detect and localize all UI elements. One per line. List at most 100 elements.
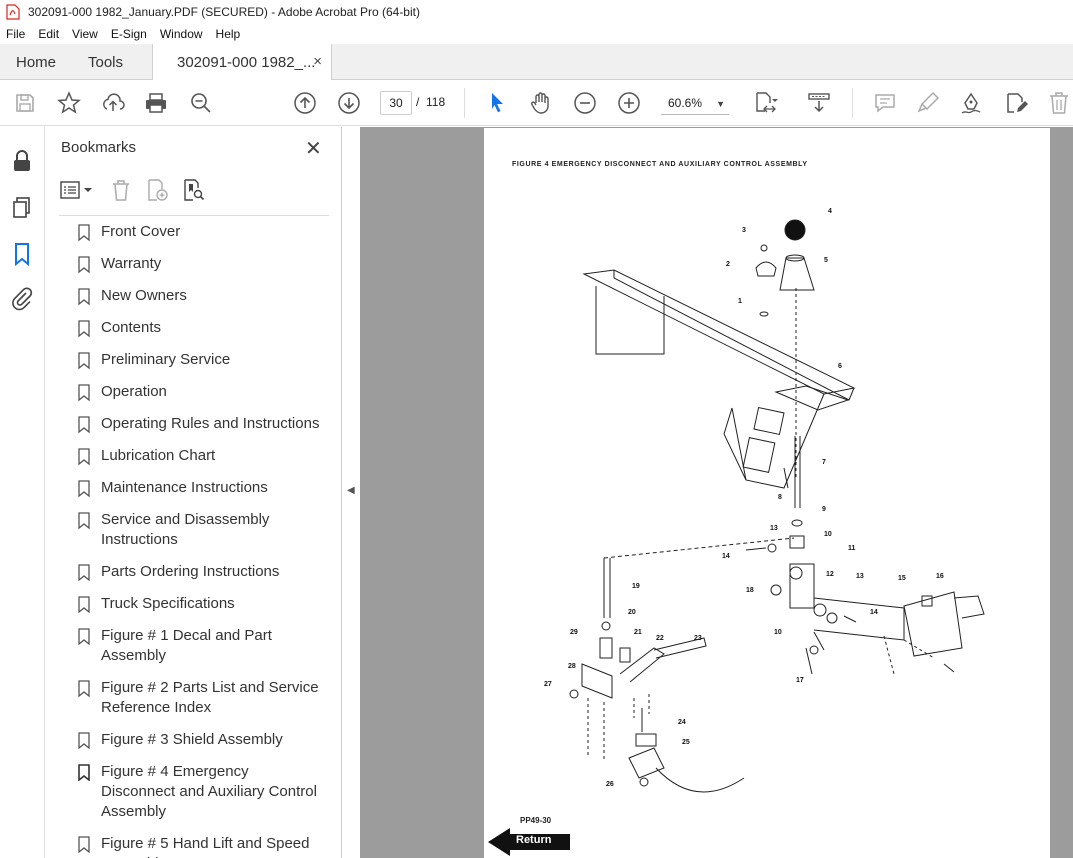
star-icon[interactable] — [56, 90, 82, 116]
exploded-parts-diagram: 4 3 2 5 1 6 7 8 9 10 11 12 13 13 14 14 1… — [544, 208, 985, 793]
lock-icon[interactable] — [10, 149, 34, 173]
hand-icon[interactable] — [528, 90, 554, 116]
bookmark-item[interactable]: Truck Specifications — [75, 594, 320, 614]
menu-help[interactable]: Help — [216, 27, 241, 41]
menu-window[interactable]: Window — [160, 27, 203, 41]
print-icon[interactable] — [143, 90, 169, 116]
figure-title: FIGURE 4 EMERGENCY DISCONNECT AND AUXILI… — [512, 161, 808, 168]
bookmark-item[interactable]: Operating Rules and Instructions — [75, 414, 320, 434]
bookmark-icon — [78, 628, 90, 645]
bookmark-item-current[interactable]: Figure # 4 Emergency Disconnect and Auxi… — [75, 762, 320, 822]
bookmark-label: New Owners — [101, 287, 187, 304]
panel-close-button[interactable]: ✕ — [305, 136, 322, 161]
bookmark-item[interactable]: Figure # 5 Hand Lift and Speed Assembly — [75, 834, 320, 858]
edit-pdf-icon[interactable] — [1003, 90, 1029, 116]
page-down-icon[interactable] — [336, 90, 362, 116]
bookmark-icon — [78, 256, 90, 273]
callout-label: 20 — [628, 609, 636, 616]
bookmark-icon — [78, 352, 90, 369]
tab-document[interactable]: 302091-000 1982_... × — [152, 44, 332, 81]
callout-label: 13 — [856, 573, 864, 580]
chevron-down-icon: ▼ — [716, 99, 725, 109]
bookmark-icon — [78, 732, 90, 749]
page-up-icon[interactable] — [292, 90, 318, 116]
callout-label: 23 — [694, 635, 702, 642]
bookmark-item[interactable]: Front Cover — [75, 222, 320, 242]
bookmark-item[interactable]: Parts Ordering Instructions — [75, 562, 320, 582]
callout-label: 4 — [828, 208, 832, 215]
return-label: Return — [516, 834, 552, 846]
bookmark-label: Lubrication Chart — [101, 447, 216, 464]
select-arrow-icon[interactable] — [484, 90, 510, 116]
callout-label: 5 — [824, 257, 828, 264]
left-rail — [0, 127, 45, 858]
callout-label: 14 — [722, 553, 730, 560]
callout-label: 12 — [826, 571, 834, 578]
bookmark-label: Maintenance Instructions — [101, 479, 268, 496]
bookmark-item[interactable]: Preliminary Service — [75, 350, 320, 370]
panel-collapse-handle[interactable]: ◀ — [342, 127, 360, 858]
callout-label: 25 — [682, 739, 690, 746]
callout-label: 28 — [568, 663, 576, 670]
zoom-plus-icon[interactable] — [616, 90, 642, 116]
bookmark-item[interactable]: Warranty — [75, 254, 320, 274]
menu-edit[interactable]: Edit — [38, 27, 59, 41]
bookmark-item[interactable]: Contents — [75, 318, 320, 338]
zoom-minus-icon[interactable] — [572, 90, 598, 116]
bookmark-label: Front Cover — [101, 223, 181, 240]
bookmark-item[interactable]: Operation — [75, 382, 320, 402]
callout-label: 29 — [570, 629, 578, 636]
bookmark-item[interactable]: Maintenance Instructions — [75, 478, 320, 498]
bookmark-icon — [78, 288, 90, 305]
bookmark-list: Front Cover Warranty New Owners Contents… — [75, 222, 320, 858]
menu-esign[interactable]: E-Sign — [111, 27, 147, 41]
return-button[interactable]: Return — [488, 828, 572, 856]
comment-icon[interactable] — [872, 90, 898, 116]
bookmark-label: Operation — [101, 383, 167, 400]
bookmark-item[interactable]: Figure # 2 Parts List and Service Refere… — [75, 678, 320, 718]
zoom-level-select[interactable]: 60.6% ▼ — [661, 91, 729, 115]
bookmark-icon — [78, 836, 90, 853]
bookmark-item[interactable]: New Owners — [75, 286, 320, 306]
tab-close-button[interactable]: × — [313, 53, 322, 70]
toolbar-divider — [464, 88, 465, 118]
callout-label: 11 — [848, 545, 856, 552]
toolbar-divider — [852, 88, 853, 118]
highlight-icon[interactable] — [915, 90, 941, 116]
page-fit-icon[interactable] — [752, 90, 778, 116]
zoom-out-search-icon[interactable] — [188, 90, 214, 116]
callout-label: 16 — [936, 573, 944, 580]
new-bookmark-icon[interactable] — [145, 178, 169, 202]
delete-bookmark-icon[interactable] — [109, 178, 133, 202]
bookmark-icon[interactable] — [10, 242, 34, 267]
bookmark-options-icon[interactable] — [59, 179, 97, 201]
bookmark-item[interactable]: Figure # 3 Shield Assembly — [75, 730, 320, 750]
bookmark-label: Truck Specifications — [101, 595, 235, 612]
save-icon[interactable] — [12, 90, 38, 116]
menu-view[interactable]: View — [72, 27, 98, 41]
bookmark-label: Figure # 1 Decal and Part Assembly — [101, 627, 272, 664]
tab-tools[interactable]: Tools — [88, 44, 123, 80]
bookmark-label: Contents — [101, 319, 162, 336]
callout-label: 14 — [870, 609, 878, 616]
attachment-icon[interactable] — [10, 287, 34, 311]
document-viewer[interactable]: FIGURE 4 EMERGENCY DISCONNECT AND AUXILI… — [360, 127, 1073, 858]
bookmark-item[interactable]: Figure # 1 Decal and Part Assembly — [75, 626, 320, 666]
pages-icon[interactable] — [10, 195, 34, 219]
callout-label: 15 — [898, 575, 906, 582]
callout-label: 1 — [738, 298, 742, 305]
bookmark-item[interactable]: Lubrication Chart — [75, 446, 320, 466]
menu-file[interactable]: File — [6, 27, 25, 41]
tab-home[interactable]: Home — [16, 44, 56, 80]
bookmark-icon — [78, 596, 90, 613]
bookmark-icon — [78, 512, 90, 529]
find-bookmark-icon[interactable] — [181, 178, 205, 202]
page-number-input[interactable]: 30 — [380, 91, 412, 115]
upload-icon[interactable] — [100, 90, 126, 116]
bookmarks-header: Bookmarks — [61, 139, 137, 156]
bookmark-icon — [78, 448, 90, 465]
bookmark-item[interactable]: Service and Disassembly Instructions — [75, 510, 320, 550]
delete-icon[interactable] — [1046, 90, 1072, 116]
scroll-mode-icon[interactable] — [806, 90, 832, 116]
sign-icon[interactable] — [958, 90, 984, 116]
